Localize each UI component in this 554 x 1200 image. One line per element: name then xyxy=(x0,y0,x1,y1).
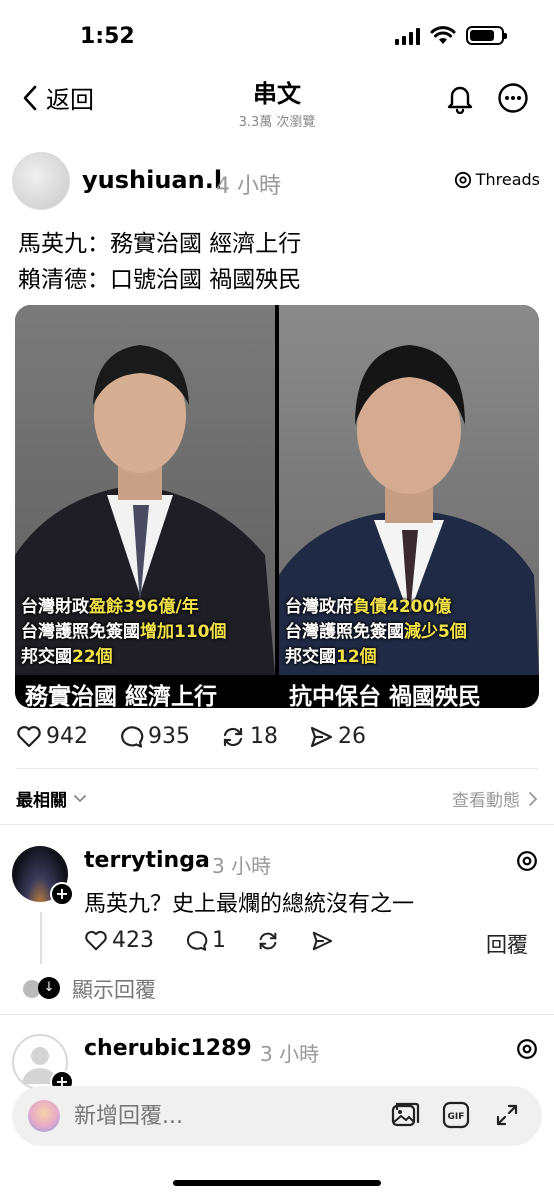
caption-line: 台灣財政盈餘396億/年 xyxy=(21,597,199,617)
threads-icon xyxy=(454,171,471,188)
reply-input[interactable] xyxy=(74,1100,374,1132)
comment-username[interactable]: cherubic1289 xyxy=(84,1036,252,1061)
like-count: 423 xyxy=(112,928,154,953)
send-icon xyxy=(312,931,333,950)
caption-line: 邦交國12個 xyxy=(285,647,377,667)
comment-username[interactable]: terrytinga xyxy=(84,848,210,873)
avatar[interactable] xyxy=(12,152,70,210)
caption-line: 邦交國22個 xyxy=(21,647,113,667)
image-panel-right: 台灣政府負債4200億 台灣護照免簽國減少5個 邦交國12個 xyxy=(279,305,539,675)
comment-button[interactable]: 1 xyxy=(184,928,226,953)
comment-actions: 423 1 xyxy=(84,928,364,953)
post-text: 馬英九：務實治國 經濟上行 賴清德：口號治國 禍國殃民 xyxy=(18,226,301,298)
share-button[interactable]: 26 xyxy=(308,724,366,749)
repost-icon xyxy=(223,727,243,746)
divider xyxy=(0,1014,554,1015)
chevron-down-icon xyxy=(74,794,86,802)
gif-button[interactable]: GIF xyxy=(441,1100,471,1134)
avatar xyxy=(28,1100,60,1132)
view-activity-label: 查看動態 xyxy=(452,791,520,811)
repost-button[interactable] xyxy=(256,930,280,952)
thread-line xyxy=(40,912,42,964)
reply-count: 1 xyxy=(212,928,226,953)
repost-count: 18 xyxy=(250,724,278,749)
view-activity-link[interactable]: 查看動態 xyxy=(452,786,538,811)
sort-label: 最相關 xyxy=(16,791,67,811)
comment-time: 3 小時 xyxy=(212,854,272,878)
image-panel-left: 台灣財政盈餘396億/年 台灣護照免簽國增加110個 邦交國22個 xyxy=(15,305,275,675)
image-button[interactable] xyxy=(390,1100,420,1134)
repost-icon xyxy=(259,932,277,949)
like-button[interactable]: 942 xyxy=(16,724,88,749)
caption-line: 台灣護照免簽國增加110個 xyxy=(21,622,227,642)
svg-text:GIF: GIF xyxy=(448,1112,465,1122)
compose-bar: GIF xyxy=(12,1086,542,1146)
sort-dropdown[interactable]: 最相關 xyxy=(16,786,87,811)
bell-icon xyxy=(447,86,473,115)
banner-right: 抗中保台 禍國殃民 xyxy=(289,684,482,708)
heart-icon xyxy=(17,725,41,747)
divider xyxy=(16,768,538,769)
post-actions: 942 935 18 26 xyxy=(16,724,396,749)
show-replies-label: 顯示回覆 xyxy=(72,978,156,1002)
share-button[interactable] xyxy=(310,930,334,952)
expand-icon xyxy=(496,1104,518,1126)
battery-icon xyxy=(466,26,507,45)
threads-icon[interactable] xyxy=(516,850,538,872)
threads-icon[interactable] xyxy=(516,1038,538,1060)
threads-label: Threads xyxy=(475,170,540,189)
image-icon xyxy=(391,1102,420,1127)
nav-header: 返回 串文 3.3萬 次瀏覽 xyxy=(0,72,554,132)
comment-text: 馬英九？史上最爛的總統沒有之一 xyxy=(84,892,415,917)
post-header: yushiuan.l 4 小時 Threads xyxy=(12,152,542,212)
divider xyxy=(0,824,554,825)
status-time: 1:52 xyxy=(80,24,135,49)
threads-badge[interactable]: Threads xyxy=(454,170,540,189)
repost-button[interactable]: 18 xyxy=(220,724,278,749)
gif-icon: GIF xyxy=(442,1101,470,1129)
like-button[interactable]: 423 xyxy=(84,928,154,953)
status-bar: 1:52 xyxy=(0,0,554,72)
more-options-button[interactable] xyxy=(497,82,529,118)
post-text-line: 賴清德：口號治國 禍國殃民 xyxy=(18,267,302,293)
send-icon xyxy=(310,726,333,747)
notification-button[interactable] xyxy=(444,82,476,118)
post-image[interactable]: 台灣財政盈餘396億/年 台灣護照免簽國增加110個 邦交國22個 台灣政府負債… xyxy=(15,305,539,708)
post-username[interactable]: yushiuan.l xyxy=(82,166,222,194)
caption-line: 台灣護照免簽國減少5個 xyxy=(285,622,467,642)
comment-time: 3 小時 xyxy=(260,1042,320,1066)
comment-icon xyxy=(186,930,208,951)
share-count: 26 xyxy=(338,724,366,749)
sort-row: 最相關 查看動態 xyxy=(16,786,538,811)
reply-button[interactable]: 回覆 xyxy=(486,929,528,959)
more-horizontal-icon xyxy=(498,83,528,113)
caption-line: 台灣政府負債4200億 xyxy=(285,597,452,617)
like-count: 942 xyxy=(46,724,88,749)
status-icons xyxy=(395,26,507,45)
comment-button[interactable]: 935 xyxy=(118,724,190,749)
post-text-line: 馬英九：務實治國 經濟上行 xyxy=(18,231,302,257)
image-banner: 務實治國 經濟上行 抗中保台 禍國殃民 xyxy=(15,675,539,708)
chevron-right-icon xyxy=(529,791,538,806)
arrow-down-icon: ↓ xyxy=(38,977,60,999)
expand-button[interactable] xyxy=(492,1100,522,1134)
banner-left: 務實治國 經濟上行 xyxy=(25,684,218,708)
wifi-icon xyxy=(430,26,456,44)
post-time: 4 小時 xyxy=(216,174,281,199)
comment-count: 935 xyxy=(148,724,190,749)
left-caption: 台灣財政盈餘396億/年 台灣護照免簽國增加110個 邦交國22個 xyxy=(21,595,227,670)
heart-icon xyxy=(85,930,107,950)
comment-icon xyxy=(121,725,144,748)
reply-avatars: ↓ xyxy=(22,977,62,1001)
right-caption: 台灣政府負債4200億 台灣護照免簽國減少5個 邦交國12個 xyxy=(285,595,467,670)
follow-button[interactable]: + xyxy=(50,882,74,906)
home-indicator xyxy=(173,1180,381,1186)
signal-icon xyxy=(395,27,420,45)
show-replies-button[interactable]: ↓ 顯示回覆 xyxy=(22,974,156,1004)
